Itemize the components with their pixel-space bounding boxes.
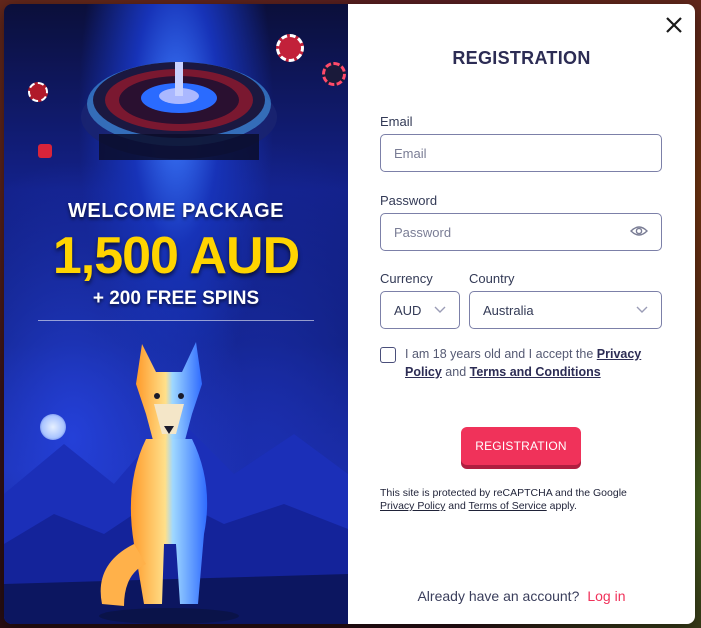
eye-icon[interactable] xyxy=(630,224,648,238)
promo-amount-text: 1,500 AUD xyxy=(52,227,300,285)
consent-prefix: I am 18 years old and I accept the xyxy=(405,347,597,361)
registration-form: REGISTRATION Email Password Currency AUD… xyxy=(348,4,695,624)
recaptcha-notice: This site is protected by reCAPTCHA and … xyxy=(380,487,670,513)
promo-spins-text: + 200 FREE SPINS xyxy=(92,288,260,309)
currency-select[interactable]: AUD xyxy=(380,291,460,329)
email-input[interactable] xyxy=(380,134,662,172)
recaptcha-privacy-link[interactable]: Privacy Policy xyxy=(380,500,445,512)
country-value: Australia xyxy=(483,302,534,318)
recaptcha-terms-link[interactable]: Terms of Service xyxy=(469,500,547,512)
roulette-wheel-image xyxy=(81,62,277,160)
recaptcha-text: This site is protected by reCAPTCHA and … xyxy=(380,487,627,499)
email-label: Email xyxy=(380,114,413,129)
chevron-down-icon xyxy=(636,306,648,313)
password-input[interactable] xyxy=(380,213,662,251)
password-label: Password xyxy=(380,193,438,208)
country-label: Country xyxy=(469,271,515,286)
casino-chip-image xyxy=(276,34,304,62)
form-title: REGISTRATION xyxy=(452,48,591,68)
promo-divider xyxy=(38,320,314,321)
registration-modal: WELCOME PACKAGE 1,500 AUD + 200 FREE SPI… xyxy=(4,4,695,624)
promo-panel: WELCOME PACKAGE 1,500 AUD + 200 FREE SPI… xyxy=(4,4,348,624)
recaptcha-and: and xyxy=(445,500,469,512)
currency-label: Currency xyxy=(380,271,433,286)
chevron-down-icon xyxy=(434,306,446,313)
close-icon[interactable] xyxy=(663,14,685,36)
dice-image xyxy=(38,144,52,158)
moon-image xyxy=(40,414,66,440)
consent-text: I am 18 years old and I accept the Priva… xyxy=(405,345,675,381)
casino-chip-image xyxy=(28,82,48,102)
currency-value: AUD xyxy=(394,302,422,318)
casino-chip-image xyxy=(322,62,346,86)
have-account-text: Already have an account? xyxy=(417,588,580,604)
wolf-illustration xyxy=(99,342,239,624)
login-prompt: Already have an account? Log in xyxy=(348,588,695,604)
password-field xyxy=(380,213,662,251)
registration-button[interactable]: REGISTRATION xyxy=(461,427,581,465)
login-link[interactable]: Log in xyxy=(587,588,625,604)
age-terms-checkbox[interactable] xyxy=(380,347,396,363)
promo-welcome-text: WELCOME PACKAGE xyxy=(67,200,284,222)
terms-link[interactable]: Terms and Conditions xyxy=(470,365,601,379)
recaptcha-suffix: apply. xyxy=(546,500,577,512)
country-select[interactable]: Australia xyxy=(469,291,662,329)
consent-and: and xyxy=(441,365,470,379)
